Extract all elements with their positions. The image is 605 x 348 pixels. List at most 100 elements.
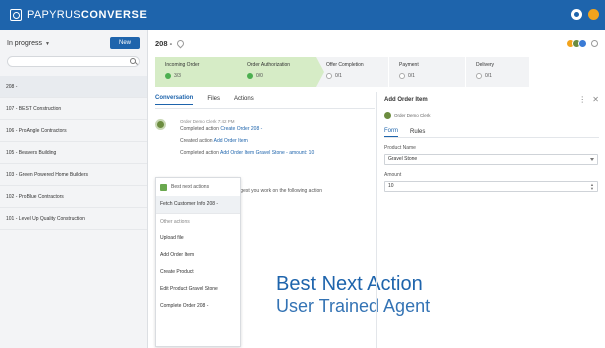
case-list-header: In progress ▼ New (0, 30, 147, 56)
new-case-button[interactable]: New (109, 37, 140, 49)
brand-logo[interactable]: PAPYRUSCONVERSE (10, 9, 147, 21)
panel-tabs: Form Rules (384, 125, 605, 137)
list-item[interactable]: 103 - Green Powered Home Builders (0, 164, 147, 186)
action-link[interactable]: Add Order Item Gravel Stone - amount: 10 (220, 150, 314, 156)
close-icon[interactable]: ✕ (592, 96, 599, 104)
top-bar: PAPYRUSCONVERSE (0, 0, 605, 30)
avatar (578, 39, 587, 48)
best-next-actions-header: Best next actions (156, 178, 240, 196)
panel-tools: ⋮ ✕ (578, 96, 599, 104)
list-item[interactable]: 107 - BEST Construction (0, 98, 147, 120)
search-input[interactable] (7, 56, 140, 67)
panel-title: Add Order Item (384, 97, 428, 103)
stage-order-authorization[interactable]: Order Authorization 0/0 (237, 57, 324, 87)
stage-progress: 3/3 (165, 73, 237, 79)
list-item[interactable]: 102 - ProBlue Contractors (0, 186, 147, 208)
list-item[interactable]: 106 - ProAngle Contractors (0, 120, 147, 142)
tab-conversation[interactable]: Conversation (155, 95, 194, 105)
papyrus-logo-icon (10, 9, 22, 21)
list-item[interactable]: 101 - Level Up Quality Construction (0, 208, 147, 230)
avatar (155, 119, 166, 130)
stage-label: Delivery (476, 62, 495, 68)
stage-progress: 0/0 (247, 73, 316, 79)
status-filter-label: In progress (7, 39, 43, 47)
action-link[interactable]: Add Order Item (214, 138, 248, 144)
stage-count: 0/0 (256, 73, 263, 79)
message-text: Created action (180, 138, 214, 144)
product-name-select[interactable]: Gravel Stone (384, 154, 598, 165)
message-meta: Order Demo Clerk 7:42 PM (180, 119, 235, 124)
stage-progress: 0/1 (476, 73, 529, 79)
action-link[interactable]: Create Order 208 - (220, 126, 262, 132)
process-stages: Incoming Order 3/3 Order Authorization 0… (155, 57, 529, 87)
other-actions-label: Other actions (156, 213, 240, 230)
message-line: Completed action Add Order Item Gravel S… (180, 150, 370, 156)
menu-item-edit-product[interactable]: Edit Product Gravel Stone (156, 281, 240, 298)
add-order-item-panel: Add Order Item ⋮ ✕ Order Demo Clerk Form… (376, 92, 605, 348)
stage-count: 0/1 (485, 73, 492, 79)
pin-icon[interactable] (175, 38, 186, 49)
tab-form[interactable]: Form (384, 128, 398, 137)
stage-arrow (316, 57, 324, 87)
amount-stepper[interactable]: 10 ▲ ▼ (384, 181, 598, 192)
menu-item-add-order-item[interactable]: Add Order Item (156, 247, 240, 264)
list-item[interactable]: 208 - (0, 76, 147, 98)
participants-avatars[interactable] (566, 39, 587, 48)
message-line: Created action Add Order Item (180, 138, 370, 144)
circle-outline-icon (326, 73, 332, 79)
info-icon[interactable] (591, 40, 598, 47)
status-filter-dropdown[interactable]: In progress ▼ (7, 40, 50, 47)
avatar (384, 112, 391, 119)
stage-label: Order Authorization (247, 62, 291, 68)
stage-count: 3/3 (174, 73, 181, 79)
message-clerk: Order Demo Clerk 7:42 PM Completed actio… (155, 119, 370, 162)
stage-label: Offer Completion (326, 62, 364, 68)
stage-delivery[interactable]: Delivery 0/1 (466, 57, 529, 87)
brand-name-bold: CONVERSE (80, 9, 148, 21)
product-name-value: Gravel Stone (388, 156, 418, 162)
amount-label: Amount (384, 172, 402, 178)
case-detail: 208 - Incoming Order 3/3 Order Authoriza… (148, 30, 605, 348)
search-icon[interactable] (130, 58, 136, 64)
case-header-tools (566, 39, 598, 48)
robot-icon (160, 183, 167, 191)
check-circle-icon (165, 73, 171, 79)
best-next-actions-menu: Best next actions Fetch Customer Info 20… (155, 177, 241, 347)
menu-item-complete-order[interactable]: Complete Order 208 - (156, 298, 240, 315)
menu-item-fetch-customer-info[interactable]: Fetch Customer Info 208 - (156, 196, 240, 213)
menu-item-upload-file[interactable]: Upload file (156, 230, 240, 247)
case-header: 208 - (148, 30, 605, 57)
menu-item-create-product[interactable]: Create Product (156, 264, 240, 281)
user-avatar-icon[interactable] (588, 9, 599, 20)
notification-icon[interactable] (571, 9, 582, 20)
stage-incoming-order[interactable]: Incoming Order 3/3 (155, 57, 245, 87)
list-item[interactable]: 105 - Beavers Building (0, 142, 147, 164)
stage-payment[interactable]: Payment 0/1 (389, 57, 466, 87)
message-text: Completed action (180, 150, 221, 156)
circle-outline-icon (399, 73, 405, 79)
amount-value: 10 (388, 183, 394, 189)
message-line: Completed action Create Order 208 - (180, 126, 370, 132)
stage-offer-completion[interactable]: Offer Completion 0/1 (316, 57, 389, 87)
chevron-down-icon (590, 158, 594, 161)
more-options-icon[interactable]: ⋮ (578, 96, 586, 104)
panel-user-name: Order Demo Clerk (394, 113, 431, 118)
conversation-tabs: Conversation Files Actions (148, 92, 376, 108)
tab-rules[interactable]: Rules (410, 129, 425, 137)
stage-label: Payment (399, 62, 419, 68)
best-next-actions-title: Best next actions (171, 184, 210, 190)
stepper-arrows-icon[interactable]: ▲ ▼ (590, 183, 594, 191)
panel-divider (384, 137, 599, 138)
circle-outline-icon (476, 73, 482, 79)
stage-count: 0/1 (408, 73, 415, 79)
panel-user: Order Demo Clerk (384, 112, 605, 119)
stage-label: Incoming Order (165, 62, 200, 68)
message-body: Order Demo Clerk 7:42 PM Completed actio… (180, 119, 370, 156)
brand-name-light: PAPYRUS (27, 9, 81, 21)
search-box (7, 56, 140, 67)
stage-count: 0/1 (335, 73, 342, 79)
stage-progress: 0/1 (326, 73, 388, 79)
tab-actions[interactable]: Actions (234, 96, 254, 105)
tab-files[interactable]: Files (207, 96, 220, 105)
stage-progress: 0/1 (399, 73, 465, 79)
